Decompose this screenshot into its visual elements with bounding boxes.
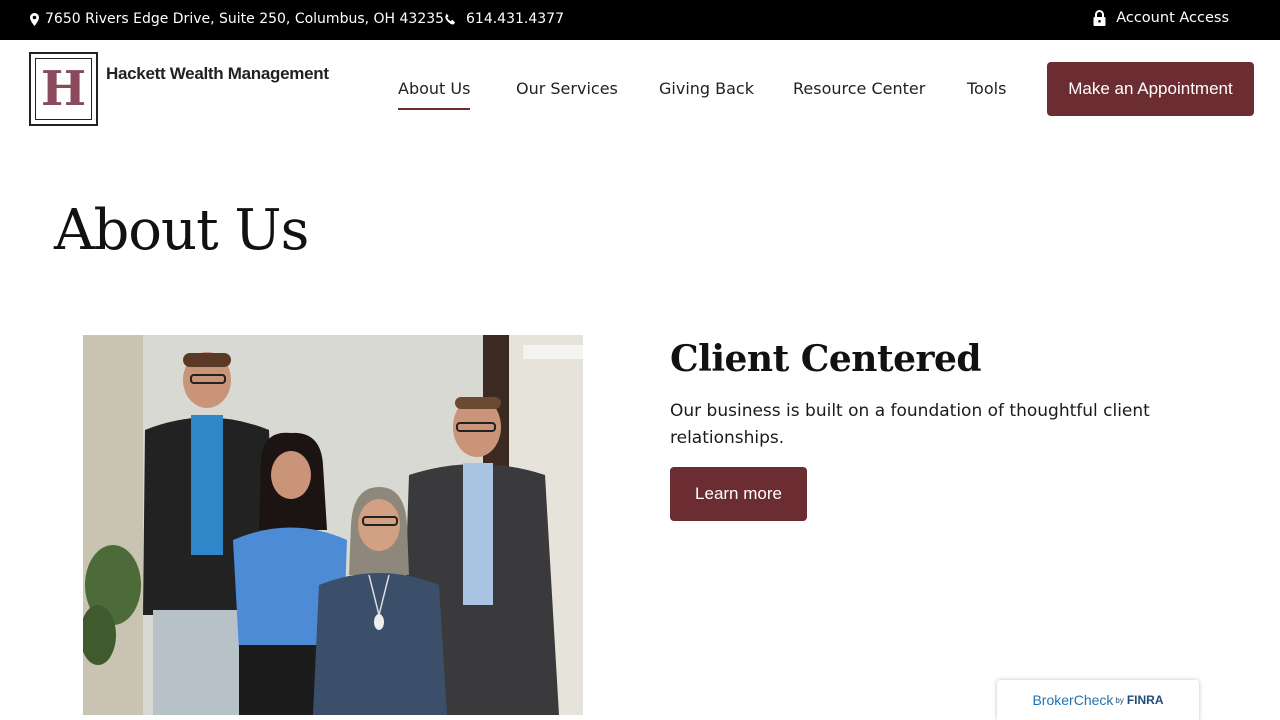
brokercheck-badge[interactable]: Broker Check by FINRA (997, 680, 1199, 720)
section-text: Our business is built on a foundation of… (670, 401, 1150, 448)
logo[interactable]: H (29, 52, 98, 126)
brand-name[interactable]: Hackett Wealth Management (106, 64, 329, 84)
top-bar: 7650 Rivers Edge Drive, Suite 250, Colum… (0, 0, 1280, 40)
map-pin-icon (30, 12, 39, 26)
account-access-label: Account Access (1116, 10, 1229, 26)
lock-icon (1093, 10, 1106, 26)
logo-letter: H (40, 61, 87, 117)
brokercheck-check-text: Check (1073, 692, 1114, 708)
phone-text: 614.431.4377 (466, 11, 564, 27)
team-photo-illustration (83, 335, 583, 715)
section-title: Client Centered (670, 338, 982, 380)
nav-giving-back[interactable]: Giving Back (659, 79, 754, 98)
nav-resource-center[interactable]: Resource Center (793, 79, 925, 98)
phone-icon (444, 13, 456, 25)
brokercheck-by-text: by (1115, 695, 1124, 705)
team-photo (83, 335, 583, 715)
account-access-link[interactable]: Account Access (1093, 10, 1229, 26)
make-appointment-button[interactable]: Make an Appointment (1047, 62, 1254, 116)
phone-link[interactable]: 614.431.4377 (444, 11, 564, 27)
learn-more-button[interactable]: Learn more (670, 467, 807, 521)
page-title: About Us (54, 198, 309, 263)
logo-frame: H (35, 58, 92, 120)
brokercheck-broker-text: Broker (1032, 692, 1074, 708)
brokercheck-finra-text: FINRA (1126, 693, 1164, 707)
address-text: 7650 Rivers Edge Drive, Suite 250, Colum… (45, 11, 445, 27)
nav-our-services[interactable]: Our Services (516, 79, 618, 98)
nav-about-us[interactable]: About Us (398, 79, 471, 110)
address[interactable]: 7650 Rivers Edge Drive, Suite 250, Colum… (30, 11, 444, 27)
nav-tools[interactable]: Tools (967, 79, 1006, 98)
